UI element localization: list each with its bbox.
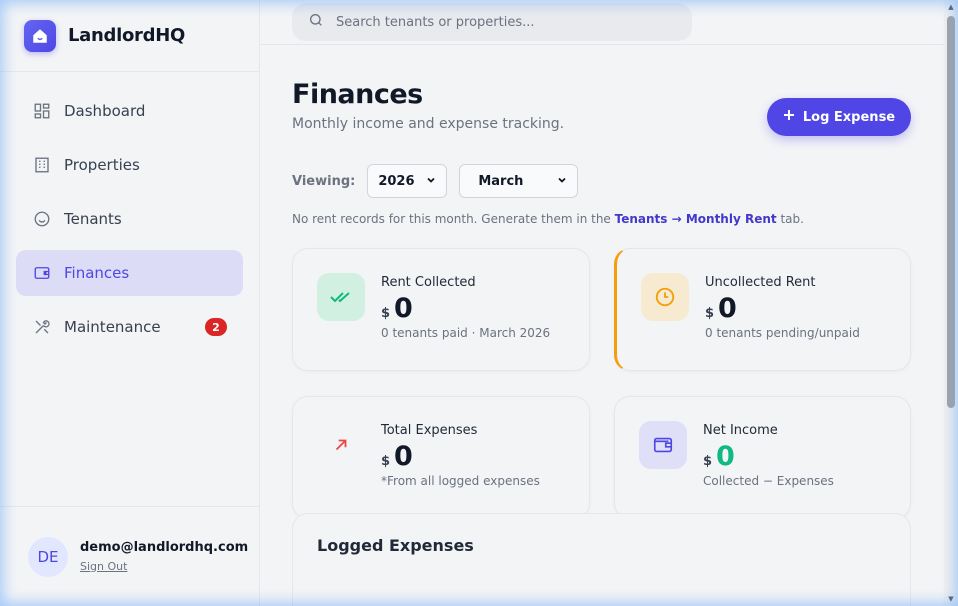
user-email: demo@landlordhq.com <box>80 539 249 555</box>
currency-symbol: $ <box>705 306 715 321</box>
brand[interactable]: LandlordHQ <box>0 0 259 72</box>
sidebar-item-dashboard[interactable]: Dashboard <box>16 88 243 134</box>
card-note: Collected − Expenses <box>703 474 834 488</box>
sidebar-item-label: Maintenance <box>64 318 161 336</box>
card-value: $ 0 <box>381 442 540 472</box>
maintenance-badge: 2 <box>205 318 227 336</box>
app-root: LandlordHQ Dashboard Properties Tenants <box>0 0 958 606</box>
year-value: 2026 <box>378 173 415 189</box>
brand-name: LandlordHQ <box>68 25 185 46</box>
card-value: $ 0 <box>703 442 834 472</box>
sign-out-link[interactable]: Sign Out <box>80 560 127 573</box>
search-bar[interactable] <box>292 3 692 41</box>
user-info: demo@landlordhq.com Sign Out <box>80 540 248 574</box>
card-amount: 0 <box>718 293 737 324</box>
scrollbar-thumb[interactable] <box>947 16 955 408</box>
sidebar-item-label: Properties <box>64 156 140 174</box>
tools-icon <box>32 317 52 337</box>
search-input[interactable] <box>336 14 656 30</box>
sidebar-item-properties[interactable]: Properties <box>16 142 243 188</box>
topbar <box>260 0 958 45</box>
main-content: Finances Monthly income and expense trac… <box>260 0 958 606</box>
scroll-up-icon[interactable]: ▲ <box>947 3 955 11</box>
logged-expenses-panel: Logged Expenses <box>292 513 911 606</box>
monthly-rent-link[interactable]: Tenants → Monthly Rent <box>615 212 777 226</box>
currency-symbol: $ <box>703 454 713 469</box>
card-note: *From all logged expenses <box>381 474 540 488</box>
card-amount: 0 <box>394 441 413 472</box>
finances-content: Finances Monthly income and expense trac… <box>260 45 958 519</box>
clock-icon <box>641 273 689 321</box>
sidebar-item-label: Tenants <box>64 210 122 228</box>
sidebar-nav: Dashboard Properties Tenants Finances Ma… <box>0 72 259 506</box>
card-value: $ 0 <box>381 294 550 324</box>
search-icon <box>308 12 324 32</box>
wallet-icon <box>32 263 52 283</box>
chevron-down-icon <box>426 174 436 189</box>
currency-symbol: $ <box>381 454 391 469</box>
currency-symbol: $ <box>381 306 391 321</box>
card-note: 0 tenants paid · March 2026 <box>381 326 551 340</box>
rent-notice: No rent records for this month. Generate… <box>292 212 926 226</box>
card-note: 0 tenants pending/unpaid <box>705 326 860 340</box>
avatar[interactable]: DE <box>28 536 68 577</box>
card-body: Net Income $ 0 Collected − Expenses <box>703 423 834 488</box>
card-body: Total Expenses $ 0 *From all logged expe… <box>381 423 540 488</box>
card-amount: 0 <box>716 441 735 472</box>
card-label: Rent Collected <box>381 275 476 290</box>
log-expense-label: Log Expense <box>802 109 896 125</box>
net-income-card: Net Income $ 0 Collected − Expenses <box>614 396 911 519</box>
total-expenses-card: Total Expenses $ 0 *From all logged expe… <box>292 396 590 519</box>
plus-icon <box>783 109 795 125</box>
card-body: Uncollected Rent $ 0 0 tenants pending/u… <box>705 275 860 340</box>
building-icon <box>32 155 52 175</box>
rent-collected-card: Rent Collected $ 0 0 tenants paid · Marc… <box>292 248 590 371</box>
wallet-icon <box>639 421 687 469</box>
year-select[interactable]: 2026 <box>367 164 448 198</box>
notice-text-end: tab. <box>776 212 804 226</box>
smile-icon <box>32 209 52 229</box>
period-selector: Viewing: 2026 March <box>292 164 926 198</box>
sidebar-item-maintenance[interactable]: Maintenance 2 <box>16 304 243 350</box>
user-panel: DE demo@landlordhq.com Sign Out <box>0 506 259 606</box>
sidebar-item-finances[interactable]: Finances <box>16 250 243 296</box>
grid-icon <box>32 101 52 121</box>
sidebar-item-tenants[interactable]: Tenants <box>16 196 243 242</box>
viewing-label: Viewing: <box>292 173 356 189</box>
card-body: Rent Collected $ 0 0 tenants paid · Marc… <box>381 275 550 340</box>
chevron-down-icon <box>557 174 567 189</box>
month-select[interactable]: March <box>459 164 579 198</box>
home-icon <box>24 19 56 52</box>
card-label: Uncollected Rent <box>705 275 816 290</box>
scrollbar[interactable]: ▲ ▼ <box>944 0 958 606</box>
notice-text: No rent records for this month. Generate… <box>292 212 615 226</box>
double-check-icon <box>317 273 365 321</box>
arrow-up-right-icon <box>317 421 365 469</box>
sidebar-item-label: Dashboard <box>64 102 146 120</box>
month-value: March <box>478 173 524 189</box>
uncollected-rent-card: Uncollected Rent $ 0 0 tenants pending/u… <box>614 248 911 371</box>
card-label: Net Income <box>703 423 778 438</box>
scroll-down-icon[interactable]: ▼ <box>947 595 955 603</box>
card-amount: 0 <box>394 293 413 324</box>
card-value: $ 0 <box>705 294 860 324</box>
summary-cards: Rent Collected $ 0 0 tenants paid · Marc… <box>292 248 926 519</box>
sidebar-item-label: Finances <box>64 264 130 282</box>
card-label: Total Expenses <box>381 423 478 438</box>
sidebar: LandlordHQ Dashboard Properties Tenants <box>0 0 260 606</box>
log-expense-button[interactable]: Log Expense <box>767 98 911 136</box>
logged-expenses-title: Logged Expenses <box>317 536 474 555</box>
